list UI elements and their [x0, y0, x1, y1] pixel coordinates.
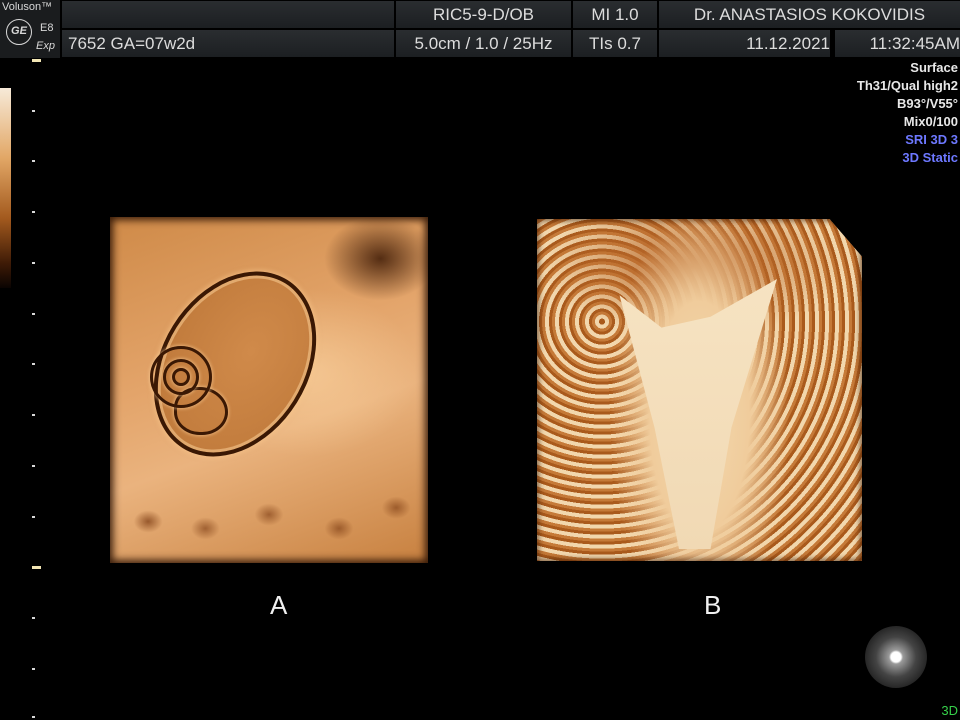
depth-tick [32, 414, 35, 416]
depth-tick [32, 716, 35, 718]
volume-render-b [537, 219, 862, 561]
depth-tick [32, 516, 35, 518]
time-field: 11:32:45AM [835, 30, 960, 57]
patient-field: 7652 GA=07w2d [62, 30, 394, 57]
depth-tick [32, 668, 35, 670]
model-suffix: Exp [36, 40, 55, 52]
depth-tick [32, 566, 41, 569]
render-info-panel: Surface Th31/Qual high2 B93°/V55° Mix0/1… [857, 59, 958, 167]
depth-tick [32, 262, 35, 264]
render-mode-label: Surface [910, 60, 958, 75]
image-label-a: A [270, 590, 288, 620]
quality-label: Th31/Qual high2 [856, 78, 958, 93]
depth-field: 5.0cm / 1.0 / 25Hz [396, 30, 571, 57]
voluson-logo: Voluson™ GE E8 Exp [0, 0, 60, 58]
angles-label: B93°/V55° [897, 96, 958, 111]
sri-label: SRI 3D 3 [905, 132, 958, 147]
trackball-indicator-icon [865, 626, 927, 688]
depth-tick [32, 313, 35, 315]
depth-tick [32, 465, 35, 467]
ge-logo-icon: GE [6, 19, 32, 45]
depth-tick [32, 160, 35, 162]
brand-label: Voluson™ [2, 1, 53, 13]
gray-map-bar [0, 88, 11, 288]
mode-indicator: 3D [941, 703, 958, 718]
depth-tick [32, 617, 35, 619]
header-empty-cell [62, 1, 394, 28]
header-bar: Voluson™ GE E8 Exp RIC5-9-D/OB MI 1.0 Dr… [0, 0, 960, 58]
mode-label: 3D Static [902, 150, 958, 165]
mix-label: Mix0/100 [903, 114, 958, 129]
volume-render-a [110, 217, 428, 563]
depth-tick [32, 59, 41, 62]
doctor-field: Dr. ANASTASIOS KOKOVIDIS [659, 1, 960, 28]
uterine-cavity [619, 279, 777, 549]
image-label-b: B [704, 590, 722, 620]
model-label: E8 [40, 22, 54, 34]
date-field: 11.12.2021 [659, 30, 830, 57]
depth-tick [32, 363, 35, 365]
depth-tick [32, 211, 35, 213]
depth-tick [32, 110, 35, 112]
tis-field: TIs 0.7 [573, 30, 657, 57]
probe-field: RIC5-9-D/OB [396, 1, 571, 28]
mi-field: MI 1.0 [573, 1, 657, 28]
embryo-ring-inner [172, 368, 190, 386]
